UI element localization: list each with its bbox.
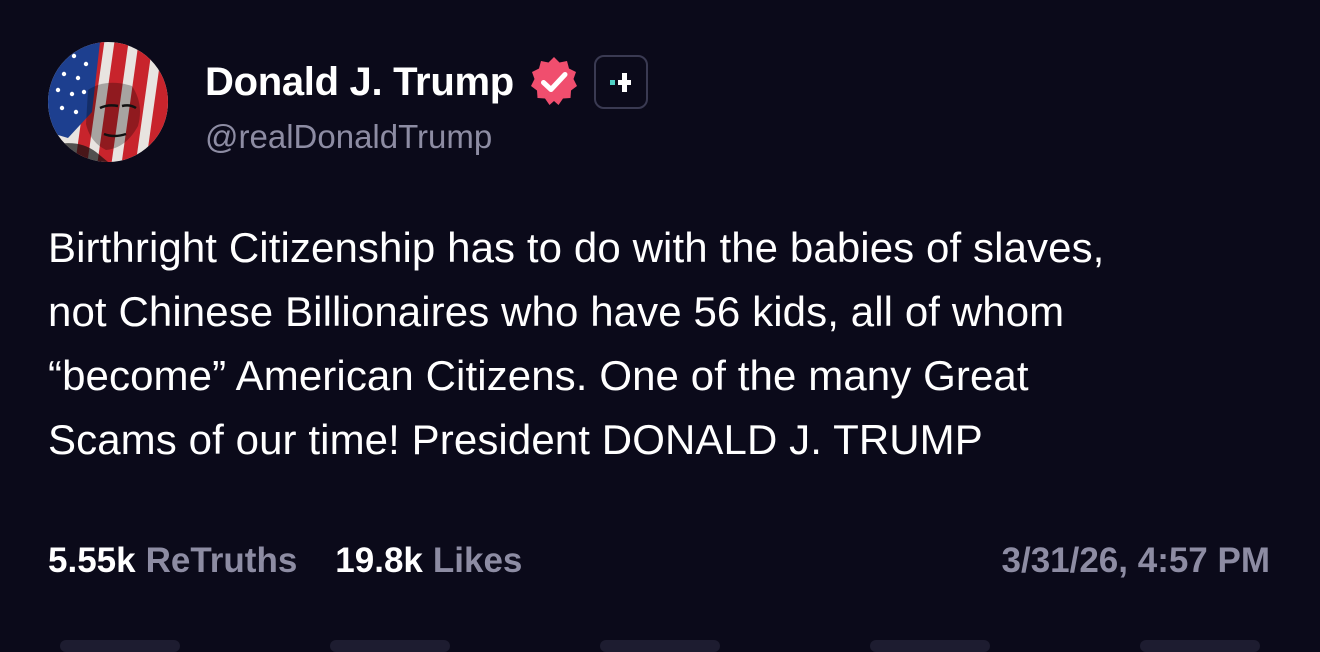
post-line: “become” American Citizens. One of the m… [48, 352, 1029, 399]
action-bar-edge [0, 636, 1320, 652]
post-body: Birthright Citizenship has to do with th… [48, 216, 1288, 472]
patriotic-portrait-avatar-icon [48, 42, 168, 162]
retruths-label: ReTruths [145, 541, 298, 580]
post-line: Birthright Citizenship has to do with th… [48, 224, 1105, 271]
likes-count: 19.8k [335, 541, 423, 580]
post-timestamp[interactable]: 3/31/26, 4:57 PM [1002, 536, 1271, 586]
retruths-count: 5.55k [48, 541, 136, 580]
verified-badge-icon [526, 54, 582, 110]
author-avatar[interactable] [48, 42, 168, 162]
likes-stat[interactable]: 19.8k Likes [335, 541, 522, 581]
action-button-edge [870, 640, 990, 652]
author-handle[interactable]: @realDonaldTrump [205, 118, 492, 156]
follow-button[interactable] [593, 55, 648, 109]
action-button-edge [600, 640, 720, 652]
follow-plus-icon [609, 73, 631, 92]
author-display-name[interactable]: Donald J. Trump [205, 60, 514, 105]
action-button-edge [60, 640, 180, 652]
post-line: Scams of our time! President DONALD J. T… [48, 416, 983, 463]
post-line: not Chinese Billionaires who have 56 kid… [48, 288, 1065, 335]
post-stats: 5.55k ReTruths 19.8k Likes [48, 536, 560, 586]
action-button-edge [1140, 640, 1260, 652]
retruths-stat[interactable]: 5.55k ReTruths [48, 541, 297, 581]
likes-label: Likes [432, 541, 523, 580]
author-name-row: Donald J. Trump [205, 52, 648, 112]
action-button-edge [330, 640, 450, 652]
truth-post: Donald J. Trump @realDonaldTrump Birthri… [0, 0, 1320, 652]
